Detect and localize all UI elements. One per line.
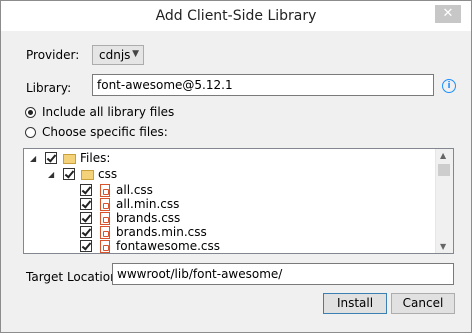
css-file-icon — [100, 212, 110, 225]
files-tree-view[interactable]: ◢ Files: ◢ css all.css all.min.css brand… — [23, 148, 454, 254]
title-bar: Add Client-Side Library ✕ — [1, 1, 471, 31]
tree-file-item[interactable]: brands.css — [80, 211, 420, 226]
add-client-side-library-dialog: Add Client-Side Library ✕ Provider: cdnj… — [0, 0, 472, 333]
close-button[interactable]: ✕ — [435, 5, 461, 23]
choose-specific-files-label[interactable]: Choose specific files: — [42, 125, 168, 139]
provider-dropdown[interactable]: cdnjs ▼ — [92, 45, 144, 65]
choose-specific-files-radio[interactable] — [25, 127, 36, 138]
file-checkbox[interactable] — [80, 198, 92, 210]
vertical-scrollbar[interactable]: ▲ ▼ — [435, 149, 453, 253]
expander-arrow-icon[interactable]: ◢ — [30, 151, 36, 166]
css-file-icon — [100, 226, 110, 239]
css-folder-checkbox[interactable] — [63, 168, 75, 180]
file-checkbox[interactable] — [80, 184, 92, 196]
scroll-up-arrow-icon[interactable]: ▲ — [440, 151, 446, 160]
scroll-down-arrow-icon[interactable]: ▼ — [440, 242, 446, 251]
css-file-icon — [100, 198, 110, 211]
files-checkbox[interactable] — [45, 152, 57, 164]
info-icon[interactable]: i — [442, 79, 456, 93]
target-location-label: Target Location: — [26, 270, 122, 284]
files-label: Files: — [80, 151, 111, 165]
css-folder-label: css — [98, 167, 118, 181]
target-location-input[interactable]: wwwroot/lib/font-awesome/ — [112, 263, 454, 285]
provider-label: Provider: — [26, 48, 80, 62]
dialog-body: Provider: cdnjs ▼ Library: font-awesome@… — [1, 31, 471, 332]
file-label: all.min.css — [116, 197, 180, 211]
css-file-icon — [100, 240, 110, 253]
install-button[interactable]: Install — [323, 293, 387, 314]
expander-arrow-icon[interactable]: ◢ — [48, 167, 54, 182]
include-all-files-label[interactable]: Include all library files — [42, 105, 174, 119]
tree-file-item[interactable]: all.css — [80, 183, 420, 198]
file-label: brands.css — [116, 211, 181, 225]
scrollbar-thumb[interactable] — [438, 164, 450, 176]
folder-icon — [81, 170, 94, 180]
tree-node-css[interactable]: ◢ css — [46, 167, 426, 182]
library-label: Library: — [26, 81, 72, 95]
close-icon: ✕ — [442, 6, 454, 21]
library-input[interactable]: font-awesome@5.12.1 — [92, 74, 434, 96]
file-checkbox[interactable] — [80, 226, 92, 238]
chevron-down-icon: ▼ — [132, 49, 139, 59]
cancel-button[interactable]: Cancel — [391, 293, 455, 314]
css-file-icon — [100, 184, 110, 197]
file-label: brands.min.css — [116, 225, 207, 239]
tree-file-item[interactable]: all.min.css — [80, 197, 420, 212]
dialog-title: Add Client-Side Library — [155, 8, 317, 24]
tree-file-item[interactable]: fontawesome.css — [80, 239, 420, 253]
file-label: fontawesome.css — [116, 239, 221, 253]
file-checkbox[interactable] — [80, 240, 92, 252]
provider-value: cdnjs — [99, 48, 131, 62]
file-checkbox[interactable] — [80, 212, 92, 224]
file-label: all.css — [116, 183, 153, 197]
include-all-files-radio[interactable] — [25, 107, 36, 118]
folder-icon — [63, 154, 76, 164]
tree-node-files[interactable]: ◢ Files: — [28, 151, 428, 166]
tree-file-item[interactable]: brands.min.css — [80, 225, 420, 240]
